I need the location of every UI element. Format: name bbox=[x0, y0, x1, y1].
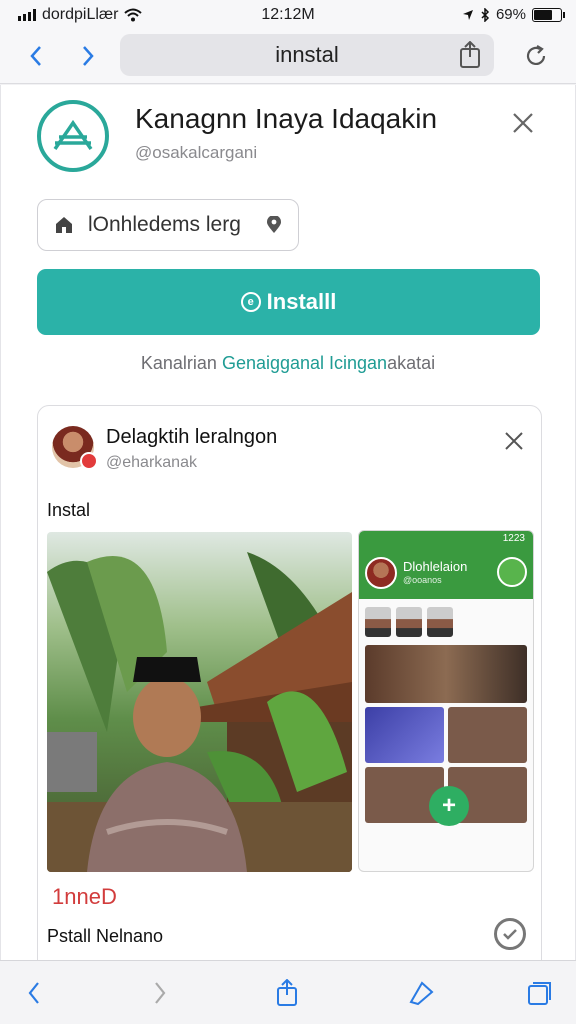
toolbar-back-button[interactable] bbox=[16, 975, 52, 1011]
card-close-button[interactable] bbox=[503, 430, 525, 452]
check-icon bbox=[503, 929, 517, 940]
red-label: 1nneD bbox=[52, 884, 117, 909]
caption-link[interactable]: Genaigganal Icingan bbox=[222, 353, 387, 373]
grid-tile bbox=[365, 645, 527, 703]
battery-icon bbox=[532, 7, 565, 22]
status-right: 69% bbox=[462, 6, 565, 23]
map-pin-icon bbox=[267, 216, 281, 233]
caption-prefix: Kanalrian bbox=[140, 353, 217, 373]
photo-illustration bbox=[47, 552, 352, 872]
close-icon bbox=[505, 432, 523, 450]
phone-header: 1223 Dlohlelaion @ooanos bbox=[359, 531, 533, 599]
status-bar: dordpiLlær 12:12M 69% bbox=[0, 0, 576, 30]
phone-handle: @ooanos bbox=[403, 575, 442, 585]
close-button[interactable] bbox=[509, 109, 537, 137]
chevron-right-icon bbox=[155, 982, 166, 1004]
location-text: lOnhledems lerg bbox=[88, 213, 241, 236]
chevron-right-icon bbox=[83, 46, 94, 66]
check-button[interactable] bbox=[494, 918, 526, 950]
toolbar-tabs-button[interactable] bbox=[521, 975, 557, 1011]
bookmark-icon bbox=[409, 981, 434, 1006]
home-icon bbox=[56, 217, 72, 233]
phone-time: 1223 bbox=[502, 533, 525, 544]
reload-button[interactable] bbox=[518, 38, 554, 74]
card-handle: @eharkanak bbox=[106, 454, 197, 471]
forward-button[interactable] bbox=[70, 38, 106, 74]
card-name: Delagktih leralngon bbox=[106, 426, 278, 448]
card-label: Instal bbox=[47, 500, 91, 520]
thumbnail bbox=[365, 607, 391, 637]
page-content: Kanagnn Inaya Idaqakin @osakalcargani lO… bbox=[0, 85, 576, 960]
url-text: innstal bbox=[275, 42, 339, 67]
toolbar-forward-button[interactable] bbox=[142, 975, 178, 1011]
install-button[interactable]: e Installl bbox=[37, 269, 540, 335]
verified-badge-icon bbox=[80, 452, 98, 470]
location-field[interactable]: lOnhledems lerg bbox=[37, 199, 299, 251]
battery-percent: 69% bbox=[495, 6, 526, 23]
grid-tile bbox=[448, 707, 527, 763]
phone-screenshot: 1223 Dlohlelaion @ooanos + bbox=[358, 530, 534, 872]
back-button[interactable] bbox=[18, 38, 54, 74]
tabs-icon bbox=[528, 982, 551, 1005]
thumbnail bbox=[396, 607, 422, 637]
phone-thumbnails bbox=[359, 599, 533, 637]
install-label: Installl bbox=[266, 289, 337, 314]
location-arrow-icon bbox=[462, 9, 473, 20]
app-logo bbox=[37, 100, 109, 172]
caption-suffix: akatai bbox=[387, 353, 436, 373]
grid-tile bbox=[365, 707, 444, 763]
app-logo-icon bbox=[53, 119, 93, 150]
preview-photo bbox=[47, 532, 352, 872]
url-field[interactable]: innstal bbox=[120, 34, 494, 76]
app-title: Kanagnn Inaya Idaqakin bbox=[135, 103, 438, 134]
phone-avatar-secondary bbox=[497, 557, 527, 587]
share-icon bbox=[277, 979, 297, 1006]
share-button[interactable] bbox=[458, 40, 482, 75]
preview-card: Delagktih leralngon @eharkanak Instal 12… bbox=[37, 405, 542, 960]
close-icon bbox=[513, 113, 533, 133]
thumbnail bbox=[427, 607, 453, 637]
toolbar-bookmarks-button[interactable] bbox=[403, 975, 439, 1011]
install-icon: e bbox=[240, 292, 261, 312]
browser-toolbar bbox=[0, 960, 576, 1024]
avatar bbox=[52, 426, 98, 470]
toolbar-share-button[interactable] bbox=[269, 975, 305, 1011]
chevron-left-icon bbox=[30, 46, 41, 66]
browser-nav-bar: innstal bbox=[0, 30, 576, 84]
reload-icon bbox=[526, 45, 546, 65]
phone-avatar bbox=[365, 557, 397, 589]
battery-fill bbox=[534, 9, 552, 20]
share-icon bbox=[460, 40, 480, 68]
card-bottom-label: Pstall Nelnano bbox=[47, 926, 164, 946]
bluetooth-icon bbox=[481, 7, 490, 22]
install-caption: Kanalrian Genaigganal Icinganakatai bbox=[1, 353, 575, 374]
app-handle: @osakalcargani bbox=[135, 143, 258, 162]
phone-name: Dlohlelaion bbox=[403, 559, 468, 574]
chevron-left-icon bbox=[28, 982, 39, 1004]
phone-add-button: + bbox=[429, 786, 469, 826]
